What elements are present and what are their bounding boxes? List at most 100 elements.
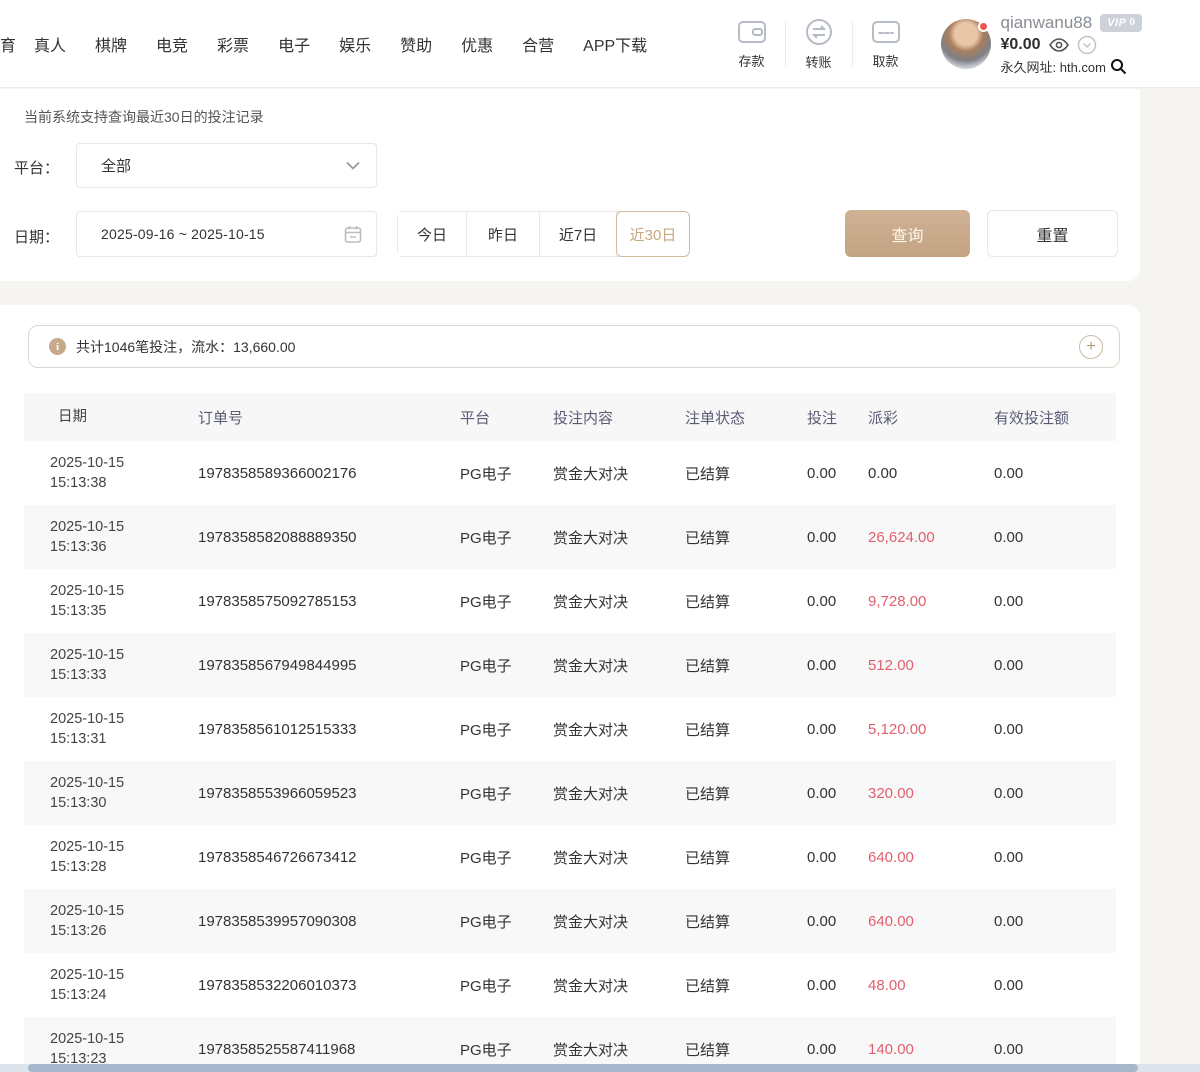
cell-order-number: 1978358589366002176 [198,465,460,482]
cell-valid-amount: 0.00 [994,977,1116,994]
table-row: 2025-10-1515:13:26 1978358539957090308 P… [24,889,1116,953]
cell-payout: 5,120.00 [868,721,994,738]
table-row: 2025-10-1515:13:33 1978358567949844995 P… [24,633,1116,697]
nav-item-promo[interactable]: 优惠 [461,32,493,56]
platform-select[interactable]: 全部 [76,143,377,188]
quick-date-yesterday[interactable]: 昨日 [467,212,540,256]
platform-selected-value: 全部 [101,155,346,176]
username[interactable]: qianwanu88 [1001,13,1093,33]
vip-level: 0 [1129,17,1135,28]
cell-datetime: 2025-10-1515:13:30 [50,773,198,814]
calendar-icon [344,225,362,244]
col-header-valid: 有效投注额 [994,407,1116,428]
reset-button[interactable]: 重置 [987,210,1118,257]
chevron-down-icon [346,161,360,170]
cell-valid-amount: 0.00 [994,849,1116,866]
table-row: 2025-10-1515:13:30 1978358553966059523 P… [24,761,1116,825]
cell-bet-amount: 0.00 [807,1041,868,1058]
cell-platform: PG电子 [460,591,553,612]
withdraw-label: 取款 [872,51,898,70]
query-button[interactable]: 查询 [845,210,970,257]
date-label: 日期： [14,226,59,247]
expand-plus-icon[interactable]: + [1079,335,1103,359]
refresh-balance-icon[interactable] [1077,35,1097,55]
vip-word: VIP [1107,17,1126,29]
user-avatar[interactable] [941,19,991,69]
cell-status: 已结算 [685,527,807,548]
cell-bet-amount: 0.00 [807,721,868,738]
cell-valid-amount: 0.00 [994,657,1116,674]
col-header-bet: 投注 [807,407,868,428]
cell-valid-amount: 0.00 [994,913,1116,930]
quick-date-last30days[interactable]: 近30日 [616,211,690,257]
cell-payout: 140.00 [868,1041,994,1058]
col-header-content: 投注内容 [553,407,685,428]
cell-payout: 640.00 [868,849,994,866]
cell-status: 已结算 [685,911,807,932]
notification-dot [978,21,989,32]
cell-order-number: 1978358532206010373 [198,977,460,994]
cell-bet-amount: 0.00 [807,977,868,994]
header-actions: 存款 转账 取款 [721,0,1143,88]
table-row: 2025-10-1515:13:24 1978358532206010373 P… [24,953,1116,1017]
user-info: qianwanu88 VIP 0 ¥0.00 [1001,13,1143,76]
quick-date-last7days[interactable]: 近7日 [540,212,617,256]
nav-item-lottery[interactable]: 彩票 [217,32,249,56]
cell-payout: 9,728.00 [868,593,994,610]
records-panel: i 共计1046笔投注，流水：13,660.00 + 日期 订单号 平台 投注内… [0,305,1140,1072]
cell-datetime: 2025-10-1515:13:36 [50,517,198,558]
cell-datetime: 2025-10-1515:13:38 [50,453,198,494]
nav-item-sports[interactable]: 育 [0,32,16,56]
cell-bet-amount: 0.00 [807,785,868,802]
cell-platform: PG电子 [460,527,553,548]
cell-datetime: 2025-10-1515:13:35 [50,581,198,622]
vip-badge: VIP 0 [1100,14,1142,32]
cell-status: 已结算 [685,655,807,676]
scrollbar-thumb[interactable] [28,1064,1138,1072]
table-header-row: 日期 订单号 平台 投注内容 注单状态 投注 派彩 有效投注额 [24,393,1116,441]
quick-date-today[interactable]: 今日 [398,212,467,256]
cell-bet-content: 赏金大对决 [553,655,685,676]
withdraw-icon [871,19,901,45]
cell-status: 已结算 [685,591,807,612]
cell-valid-amount: 0.00 [994,529,1116,546]
search-icon[interactable] [1110,58,1127,75]
cell-bet-amount: 0.00 [807,913,868,930]
cell-datetime: 2025-10-1515:13:28 [50,837,198,878]
nav-item-esports[interactable]: 电竞 [156,32,188,56]
table-body: 2025-10-1515:13:38 1978358589366002176 P… [24,441,1116,1072]
nav-item-entertainment[interactable]: 娱乐 [339,32,371,56]
col-header-payout: 派彩 [868,407,994,428]
cell-bet-content: 赏金大对决 [553,719,685,740]
cell-bet-content: 赏金大对决 [553,1039,685,1060]
cell-bet-content: 赏金大对决 [553,911,685,932]
balance-amount: ¥0.00 [1001,36,1041,54]
nav-item-cards[interactable]: 棋牌 [95,32,127,56]
divider [785,22,786,66]
cell-status: 已结算 [685,1039,807,1060]
cell-platform: PG电子 [460,463,553,484]
cell-valid-amount: 0.00 [994,721,1116,738]
transfer-button[interactable]: 转账 [788,18,850,71]
cell-order-number: 1978358525587411968 [198,1041,460,1058]
date-range-input[interactable]: 2025-09-16 ~ 2025-10-15 [76,211,377,257]
nav-item-app-download[interactable]: APP下载 [583,32,647,56]
cell-datetime: 2025-10-1515:13:26 [50,901,198,942]
nav-item-sponsor[interactable]: 赞助 [400,32,432,56]
cell-bet-content: 赏金大对决 [553,783,685,804]
cell-bet-content: 赏金大对决 [553,591,685,612]
nav-item-slots[interactable]: 电子 [278,32,310,56]
date-range-value: 2025-09-16 ~ 2025-10-15 [101,226,344,242]
cell-order-number: 1978358575092785153 [198,593,460,610]
cell-valid-amount: 0.00 [994,593,1116,610]
eye-icon[interactable] [1049,38,1069,52]
nav-item-partner[interactable]: 合营 [522,32,554,56]
cell-status: 已结算 [685,463,807,484]
deposit-button[interactable]: 存款 [721,19,783,70]
cell-bet-amount: 0.00 [807,593,868,610]
system-note: 当前系统支持查询最近30日的投注记录 [24,107,264,127]
withdraw-button[interactable]: 取款 [855,19,917,70]
cell-valid-amount: 0.00 [994,1041,1116,1058]
nav-item-live[interactable]: 真人 [34,32,66,56]
cell-payout: 320.00 [868,785,994,802]
